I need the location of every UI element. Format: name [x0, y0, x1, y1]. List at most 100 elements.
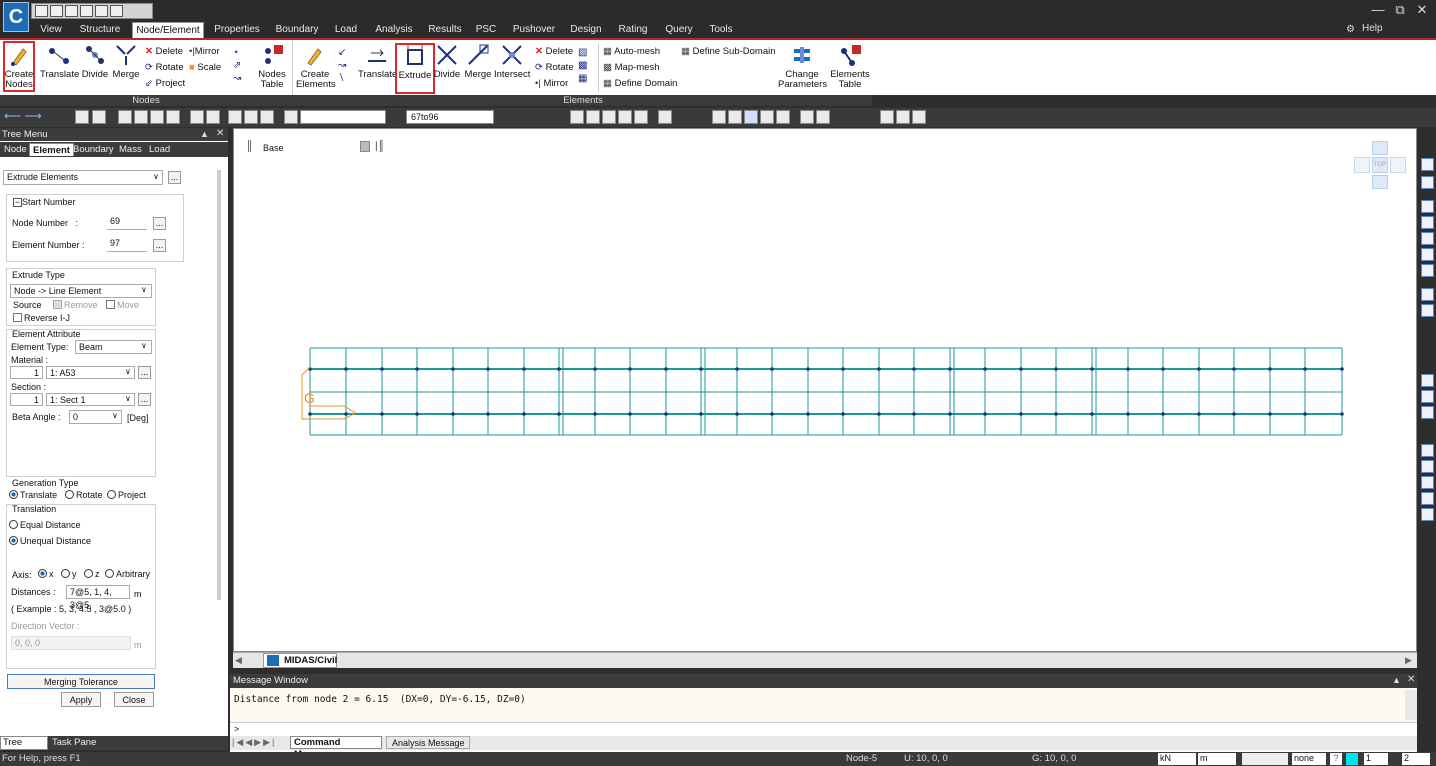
move-checkbox[interactable]: Move [106, 300, 139, 310]
project-radio[interactable]: Project [107, 490, 146, 500]
view-front-icon[interactable] [744, 110, 758, 124]
node-point[interactable] [557, 412, 561, 416]
count-field[interactable]: 2 [1402, 753, 1430, 765]
material-more-button[interactable]: ... [138, 366, 151, 379]
tab-analysis[interactable]: Analysis [368, 22, 420, 38]
change-parameters-button[interactable]: Change Parameters [778, 43, 827, 90]
translate-radio[interactable]: Translate [9, 490, 57, 500]
view-tool-icon[interactable] [1421, 288, 1434, 301]
zoom-icon[interactable] [1421, 374, 1434, 387]
zoom-all-icon[interactable] [1421, 508, 1434, 521]
unlock-icon[interactable] [912, 110, 926, 124]
node-point[interactable] [344, 367, 348, 371]
node-point[interactable] [983, 412, 987, 416]
zoom-fit-icon[interactable] [1421, 460, 1434, 473]
apply-button[interactable]: Apply [61, 692, 101, 707]
snap-node-icon[interactable] [570, 110, 584, 124]
help-icon[interactable]: ? [1330, 753, 1342, 765]
open-folder-icon[interactable] [50, 5, 63, 17]
snap-grid-icon[interactable] [602, 110, 616, 124]
node-point[interactable] [1268, 367, 1272, 371]
node-point[interactable] [1268, 412, 1272, 416]
scroll-right-icon[interactable]: ▶ [1405, 655, 1412, 666]
node-point[interactable] [983, 367, 987, 371]
tab-task-pane[interactable]: Task Pane [52, 736, 112, 750]
tab-boundary-menu[interactable]: Boundary [70, 143, 117, 156]
node-point[interactable] [486, 367, 490, 371]
display-icon[interactable] [880, 110, 894, 124]
node-point[interactable] [664, 412, 668, 416]
tab-view[interactable]: View [34, 22, 68, 38]
tab-query[interactable]: Query [660, 22, 698, 38]
merging-tolerance-button[interactable]: Merging Tolerance [7, 674, 155, 689]
node-point[interactable] [1340, 412, 1344, 416]
pin-icon[interactable]: ▲ [200, 129, 209, 139]
node-point[interactable] [1340, 367, 1344, 371]
equal-distance-radio[interactable]: Equal Distance [9, 520, 81, 530]
restore-button[interactable]: ⧉ [1392, 3, 1408, 17]
node-point[interactable] [1161, 412, 1165, 416]
tab-properties[interactable]: Properties [208, 22, 266, 38]
node-point[interactable] [806, 412, 810, 416]
select-all-icon[interactable] [206, 110, 220, 124]
model-drawing[interactable]: G [234, 129, 1418, 653]
node-point[interactable] [877, 367, 881, 371]
node-point[interactable] [664, 367, 668, 371]
node-number-more-button[interactable]: ... [153, 217, 166, 230]
function-dropdown[interactable]: Extrude Elements [3, 170, 163, 185]
delete-nodes-button[interactable]: ✕ Delete [145, 46, 183, 57]
intersect-button[interactable]: Intersect [494, 43, 530, 80]
map-mesh-button[interactable]: ▩ Map-mesh [603, 62, 660, 73]
minimize-button[interactable]: — [1370, 3, 1386, 17]
direction-vector-field[interactable]: 0, 0, 0 [11, 636, 131, 650]
view-tool-icon[interactable] [1421, 158, 1434, 171]
pin-icon[interactable]: ▲ [1392, 675, 1401, 685]
close-window-button[interactable]: ✕ [1414, 3, 1430, 17]
undo-redo-arrows[interactable]: ⟵ ⟶ [4, 110, 62, 124]
node-point[interactable] [1126, 412, 1130, 416]
node-point[interactable] [1019, 367, 1023, 371]
node-point[interactable] [451, 412, 455, 416]
node-number-field[interactable]: 69 [107, 215, 147, 230]
snap-element-icon[interactable] [586, 110, 600, 124]
node-point[interactable] [593, 367, 597, 371]
model-viewport[interactable]: ║ Base |║ TOP G [233, 128, 1417, 652]
divide-elements-button[interactable]: Divide [432, 43, 462, 80]
node-point[interactable] [735, 367, 739, 371]
view-tool-icon[interactable] [1421, 304, 1434, 317]
node-point[interactable] [628, 412, 632, 416]
scroll-left-icon[interactable]: ◀ [235, 655, 242, 666]
merge-nodes-button[interactable]: Merge [110, 43, 142, 80]
redo-icon[interactable] [110, 5, 123, 17]
mirror-nodes-button[interactable]: •|Mirror [189, 46, 220, 57]
node-point[interactable] [735, 412, 739, 416]
rotate-elements-button[interactable]: ⟳ Rotate [535, 62, 574, 73]
translate-elements-button[interactable]: Translate [358, 43, 397, 80]
node-point[interactable] [522, 412, 526, 416]
delete-elements-button[interactable]: ✕ Delete [535, 46, 573, 57]
hidden-icon[interactable] [728, 110, 742, 124]
axis-z-radio[interactable]: z [84, 569, 100, 579]
panel-scrollbar[interactable] [217, 170, 221, 600]
node-point[interactable] [948, 367, 952, 371]
tab-rating[interactable]: Rating [610, 22, 656, 38]
node-extra-icons[interactable]: ⋆ ⇗ ↝ [233, 46, 247, 86]
section-dropdown[interactable]: 1: Sect 1 [46, 393, 135, 406]
node-point[interactable] [1303, 367, 1307, 371]
tab-boundary[interactable]: Boundary [270, 22, 324, 38]
new-file-icon[interactable] [35, 5, 48, 17]
node-point[interactable] [344, 412, 348, 416]
axis-arbitrary-radio[interactable]: Arbitrary [105, 569, 150, 579]
section-number-field[interactable]: 1 [10, 393, 43, 406]
node-point[interactable] [841, 412, 845, 416]
force-unit-dropdown[interactable]: kN [1158, 753, 1196, 765]
lock-icon[interactable] [896, 110, 910, 124]
node-point[interactable] [1232, 412, 1236, 416]
node-point[interactable] [1019, 412, 1023, 416]
node-point[interactable] [415, 367, 419, 371]
project-nodes-button[interactable]: ⇙ Project [145, 78, 185, 89]
page-field[interactable]: 1 [1364, 753, 1388, 765]
close-message-icon[interactable]: ✕ [1407, 674, 1415, 685]
node-point[interactable] [1126, 367, 1130, 371]
node-point[interactable] [593, 412, 597, 416]
